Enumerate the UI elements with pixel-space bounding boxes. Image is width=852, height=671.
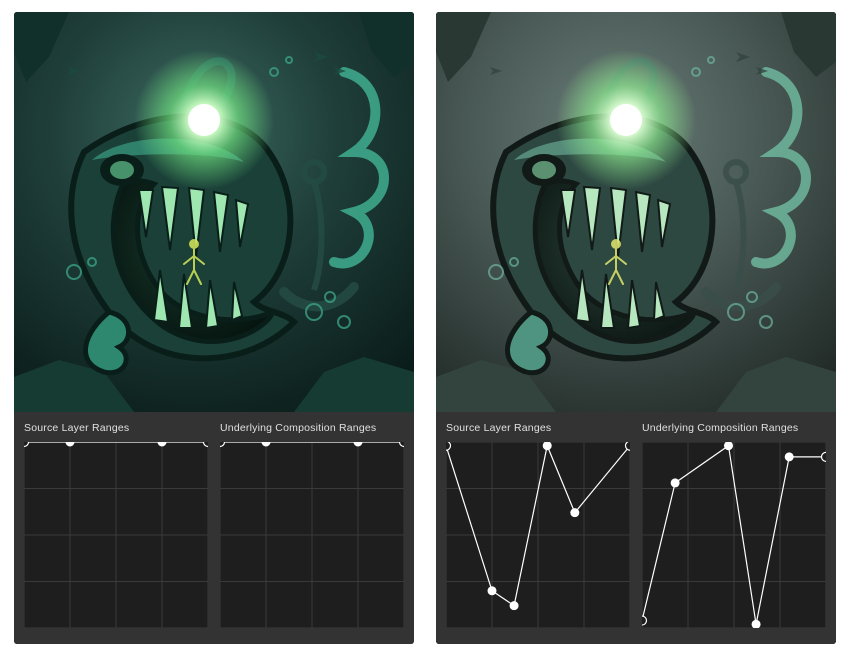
curve-handle[interactable]: [671, 478, 680, 487]
curve-handle[interactable]: [543, 442, 552, 450]
artwork-preview-left: [14, 12, 414, 412]
artwork-preview-right: [436, 12, 836, 412]
curve-handle[interactable]: [626, 442, 631, 450]
source-layer-ranges-graph[interactable]: [24, 442, 208, 628]
underlying-composition-ranges-block: Underlying Composition Ranges: [220, 422, 404, 628]
source-layer-ranges-block: Source Layer Ranges: [446, 422, 630, 628]
range-graph-svg[interactable]: [446, 442, 630, 628]
curve-handle[interactable]: [446, 442, 451, 450]
underlying-composition-ranges-label: Underlying Composition Ranges: [642, 422, 826, 434]
curve-handle[interactable]: [785, 452, 794, 461]
curve-handle[interactable]: [220, 442, 225, 447]
range-graph-svg[interactable]: [24, 442, 208, 628]
curve-handle[interactable]: [262, 442, 271, 447]
curve-handle[interactable]: [66, 442, 75, 447]
curve-handle[interactable]: [158, 442, 167, 447]
curve-handle[interactable]: [510, 601, 519, 610]
curve-handle[interactable]: [400, 442, 405, 447]
underlying-composition-ranges-block: Underlying Composition Ranges: [642, 422, 826, 628]
curve-handle[interactable]: [488, 586, 497, 595]
curve-handle[interactable]: [752, 620, 761, 628]
curve-handle[interactable]: [570, 508, 579, 517]
panel-left: Source Layer Ranges Underlying Compositi…: [14, 12, 414, 644]
underlying-composition-ranges-label: Underlying Composition Ranges: [220, 422, 404, 434]
anglerfish-svg: [14, 12, 414, 412]
source-layer-ranges-label: Source Layer Ranges: [24, 422, 208, 434]
anglerfish-svg: [436, 12, 836, 412]
panel-right: Source Layer Ranges Underlying Compositi…: [436, 12, 836, 644]
source-layer-ranges-graph[interactable]: [446, 442, 630, 628]
blend-range-controls-left: Source Layer Ranges Underlying Compositi…: [14, 412, 414, 644]
range-graph-svg[interactable]: [220, 442, 404, 628]
curve-handle[interactable]: [204, 442, 209, 447]
range-graph-svg[interactable]: [642, 442, 826, 628]
curve-handle[interactable]: [24, 442, 29, 447]
underlying-composition-ranges-graph[interactable]: [220, 442, 404, 628]
source-layer-ranges-block: Source Layer Ranges: [24, 422, 208, 628]
curve-handle[interactable]: [642, 616, 647, 625]
curve-handle[interactable]: [724, 442, 733, 450]
curve-handle[interactable]: [822, 452, 827, 461]
blend-range-controls-right: Source Layer Ranges Underlying Compositi…: [436, 412, 836, 644]
comparison-view: Source Layer Ranges Underlying Compositi…: [0, 0, 852, 656]
underlying-composition-ranges-graph[interactable]: [642, 442, 826, 628]
curve-handle[interactable]: [354, 442, 363, 447]
source-layer-ranges-label: Source Layer Ranges: [446, 422, 630, 434]
